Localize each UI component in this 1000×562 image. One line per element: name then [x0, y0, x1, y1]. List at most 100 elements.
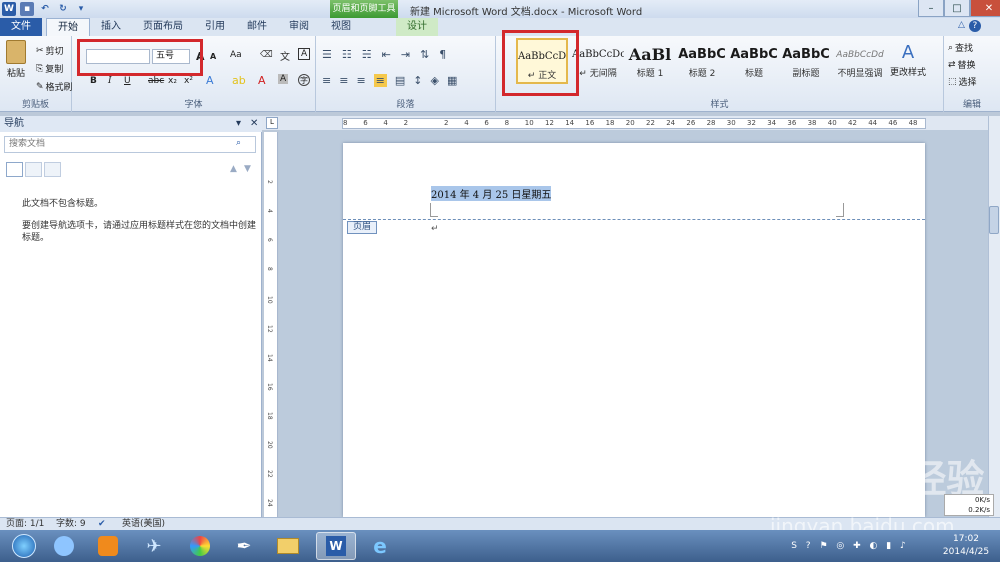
tab-home[interactable]: 开始: [46, 18, 90, 36]
bold-button[interactable]: B: [90, 76, 97, 86]
nav-pane-menu-icon[interactable]: ▾: [236, 116, 241, 132]
word-count[interactable]: 字数: 9: [56, 518, 86, 530]
undo-icon[interactable]: ↶: [38, 2, 52, 16]
font-size-select[interactable]: 五号: [152, 49, 190, 64]
align-center-icon[interactable]: ≡: [339, 74, 348, 87]
help-icon[interactable]: ?: [968, 20, 981, 32]
change-case-button[interactable]: Aa: [230, 50, 242, 60]
vruler-tick-label: 4: [266, 209, 273, 213]
format-painter-button[interactable]: ✎ 格式刷: [36, 80, 73, 94]
browse-pages-tab[interactable]: [25, 162, 42, 177]
clear-format-icon[interactable]: ⌫: [260, 50, 273, 60]
strikethrough-button[interactable]: abc: [148, 76, 164, 86]
tab-view[interactable]: 视图: [320, 18, 362, 36]
select-button[interactable]: ⬚ 选择: [948, 75, 977, 89]
scrollbar-thumb[interactable]: [989, 206, 999, 234]
close-button[interactable]: ✕: [970, 0, 1000, 17]
minimize-button[interactable]: –: [918, 0, 944, 17]
shading-icon[interactable]: ◈: [431, 74, 439, 87]
previous-result-icon[interactable]: ▲: [230, 164, 237, 174]
style-subtitle[interactable]: AaBbC 副标题: [780, 38, 832, 84]
minimize-ribbon-icon[interactable]: △: [958, 20, 965, 32]
justify-icon[interactable]: ≡: [373, 74, 387, 87]
style-heading-2[interactable]: AaBbC 标题 2: [676, 38, 728, 84]
tab-file[interactable]: 文件: [0, 18, 42, 36]
tab-review[interactable]: 审阅: [278, 18, 320, 36]
taskbar-explorer[interactable]: [268, 532, 308, 560]
underline-button[interactable]: U: [124, 76, 131, 86]
bullets-icon[interactable]: ☰: [322, 48, 332, 61]
copy-button[interactable]: ⎘ 复制: [36, 62, 63, 76]
browse-results-tab[interactable]: [44, 162, 61, 177]
increase-indent-icon[interactable]: ⇥: [401, 48, 410, 61]
shrink-font-button[interactable]: A: [210, 52, 216, 61]
language-indicator[interactable]: 英语(美国): [122, 518, 165, 530]
taskbar-app-5[interactable]: ✒: [224, 532, 264, 560]
tab-page-layout[interactable]: 页面布局: [132, 18, 194, 36]
browse-headings-tab[interactable]: [6, 162, 23, 177]
nav-pane-close-icon[interactable]: ✕: [250, 116, 258, 132]
replace-button[interactable]: ⇄ 替换: [948, 58, 976, 72]
line-spacing-icon[interactable]: ↕: [413, 74, 422, 87]
char-shading-icon[interactable]: A: [278, 74, 289, 84]
taskbar-app-4[interactable]: [180, 532, 220, 560]
font-name-select[interactable]: [86, 49, 150, 64]
vertical-scrollbar[interactable]: [988, 116, 1000, 517]
grow-font-button[interactable]: A: [196, 50, 205, 63]
borders-icon[interactable]: ▦: [447, 74, 457, 87]
page-count[interactable]: 页面: 1/1: [6, 518, 44, 530]
taskbar-app-1[interactable]: [44, 532, 84, 560]
show-marks-icon[interactable]: ¶: [439, 48, 446, 61]
highlight-icon[interactable]: ab: [232, 74, 246, 87]
taskbar-app-2[interactable]: [88, 532, 128, 560]
next-result-icon[interactable]: ▼: [244, 164, 251, 174]
distributed-icon[interactable]: ▤: [395, 74, 405, 87]
sort-icon[interactable]: ⇅: [420, 48, 429, 61]
nav-search-input[interactable]: 搜索文档: [4, 136, 256, 153]
header-date-text[interactable]: 2014 年 4 月 25 日星期五: [431, 186, 552, 201]
text-effects-icon[interactable]: A: [206, 74, 214, 87]
cut-button[interactable]: ✂ 剪切: [36, 44, 64, 58]
save-icon[interactable]: ▪: [20, 2, 34, 16]
align-left-icon[interactable]: ≡: [322, 74, 331, 87]
customize-qat-icon[interactable]: ▾: [74, 2, 88, 16]
start-button[interactable]: [4, 532, 44, 560]
decrease-indent-icon[interactable]: ⇤: [382, 48, 391, 61]
maximize-button[interactable]: □: [944, 0, 970, 17]
superscript-button[interactable]: x²: [184, 76, 193, 86]
italic-button[interactable]: I: [108, 76, 112, 86]
redo-icon[interactable]: ↻: [56, 2, 70, 16]
find-button[interactable]: ⌕ 查找: [948, 41, 973, 55]
taskbar-word[interactable]: W: [316, 532, 356, 560]
paste-button[interactable]: 粘贴: [6, 40, 26, 79]
numbering-icon[interactable]: ☷: [342, 48, 352, 61]
search-icon[interactable]: ⌕: [236, 138, 241, 148]
system-tray: S ? ⚑ ◎ ✚ ◐ ▮ ♪: [780, 532, 920, 560]
align-right-icon[interactable]: ≡: [356, 74, 365, 87]
style-subtle-emphasis[interactable]: AaBbCcDd 不明显强调: [832, 38, 888, 84]
phonetic-guide-icon[interactable]: 文: [280, 48, 290, 63]
tab-references[interactable]: 引用: [194, 18, 236, 36]
style-heading-1[interactable]: AaBl 标题 1: [624, 38, 676, 84]
taskbar-ie[interactable]: e: [360, 532, 400, 560]
tab-insert[interactable]: 插入: [90, 18, 132, 36]
tray-icons[interactable]: S ? ⚑ ◎ ✚ ◐ ▮ ♪: [791, 541, 909, 551]
enclose-char-icon[interactable]: 字: [298, 74, 310, 86]
tab-selector-icon[interactable]: L: [266, 117, 278, 129]
char-border-icon[interactable]: A: [298, 48, 311, 60]
proofing-icon[interactable]: ✔: [98, 518, 106, 530]
system-clock[interactable]: 17:02 2014/4/25: [934, 533, 998, 559]
style-no-spacing[interactable]: AaBbCcDc ↵ 无间隔: [572, 38, 624, 84]
font-color-icon[interactable]: A: [258, 74, 266, 87]
style-normal[interactable]: AaBbCcDc ↵ 正文: [516, 38, 568, 84]
style-title[interactable]: AaBbC 标题: [728, 38, 780, 84]
taskbar-app-3[interactable]: ✈: [134, 532, 174, 560]
multilevel-list-icon[interactable]: ☵: [362, 48, 372, 61]
replace-icon: ⇄: [948, 59, 956, 70]
tab-mailings[interactable]: 邮件: [236, 18, 278, 36]
tab-design[interactable]: 设计: [396, 18, 438, 36]
subscript-button[interactable]: x₂: [168, 76, 177, 86]
change-styles-button[interactable]: A 更改样式: [890, 42, 926, 78]
word-app-icon[interactable]: W: [2, 2, 16, 16]
paragraph-group: ☰ ☷ ☵ ⇤ ⇥ ⇅ ¶ ≡ ≡ ≡ ≡ ▤ ↕ ◈ ▦ 段落: [316, 36, 496, 112]
